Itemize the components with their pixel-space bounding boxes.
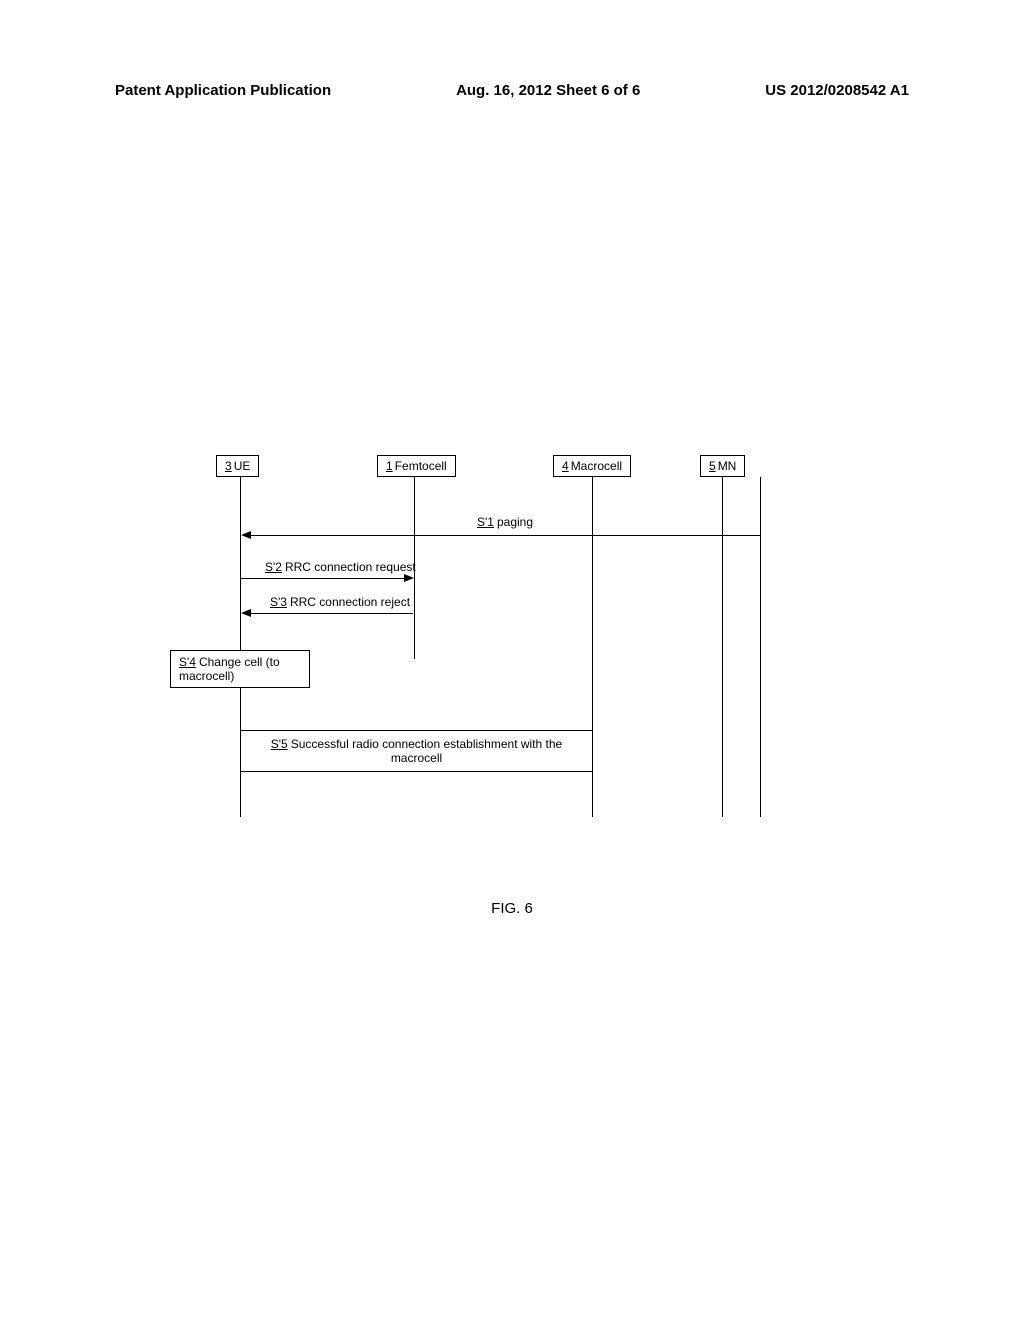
msg-s5-num: S'5 [271, 737, 288, 751]
page-header: Patent Application Publication Aug. 16, … [0, 82, 1024, 99]
actor-macrocell: 4Macrocell [553, 455, 631, 477]
msg-s4-box: S'4Change cell (to macrocell) [170, 650, 310, 688]
msg-s3-text: RRC connection reject [290, 595, 410, 609]
header-center-text: Aug. 16, 2012 Sheet 6 of 6 [456, 82, 640, 99]
actor-femtocell-label: Femtocell [395, 459, 447, 473]
msg-s5-text1: Successful radio connection establishmen… [291, 737, 562, 751]
actor-macrocell-num: 4 [562, 459, 569, 473]
msg-s1-num: S'1 [477, 515, 494, 529]
actor-ue-label: UE [234, 459, 251, 473]
msg-s2-num: S'2 [265, 560, 282, 574]
sequence-diagram: 3UE 1Femtocell 4Macrocell 5MN S'1paging … [170, 455, 790, 835]
msg-s4-text2: macrocell) [179, 669, 234, 683]
header-right-text: US 2012/0208542 A1 [765, 82, 909, 99]
actor-mn-num: 5 [709, 459, 716, 473]
figure-caption: FIG. 6 [0, 900, 1024, 917]
msg-s3-label: S'3RRC connection reject [270, 595, 410, 609]
msg-s1-text: paging [497, 515, 533, 529]
msg-s1-label: S'1paging [477, 515, 533, 529]
msg-s4-text1: Change cell (to [199, 655, 280, 669]
msg-s3-num: S'3 [270, 595, 287, 609]
actor-femtocell-num: 1 [386, 459, 393, 473]
msg-s3-arrowhead [241, 609, 251, 617]
msg-s5-box: S'5Successful radio connection establish… [240, 730, 593, 772]
msg-s4-num: S'4 [179, 655, 196, 669]
msg-s2-arrowhead [404, 574, 414, 582]
actor-ue: 3UE [216, 455, 259, 477]
msg-s5-text2: macrocell [391, 751, 442, 765]
actor-macrocell-label: Macrocell [571, 459, 622, 473]
msg-s3-arrow [245, 613, 413, 614]
actor-mn-label: MN [718, 459, 737, 473]
actor-femtocell: 1Femtocell [377, 455, 456, 477]
lifeline-mn [722, 477, 723, 817]
actor-mn: 5MN [700, 455, 745, 477]
lifeline-mn-2 [760, 477, 761, 817]
header-left-text: Patent Application Publication [115, 82, 331, 99]
msg-s1-arrow [245, 535, 760, 536]
msg-s2-text: RRC connection request [285, 560, 416, 574]
msg-s1-arrowhead [241, 531, 251, 539]
actor-ue-num: 3 [225, 459, 232, 473]
msg-s2-arrow [241, 578, 409, 579]
msg-s2-label: S'2RRC connection request [265, 560, 416, 574]
